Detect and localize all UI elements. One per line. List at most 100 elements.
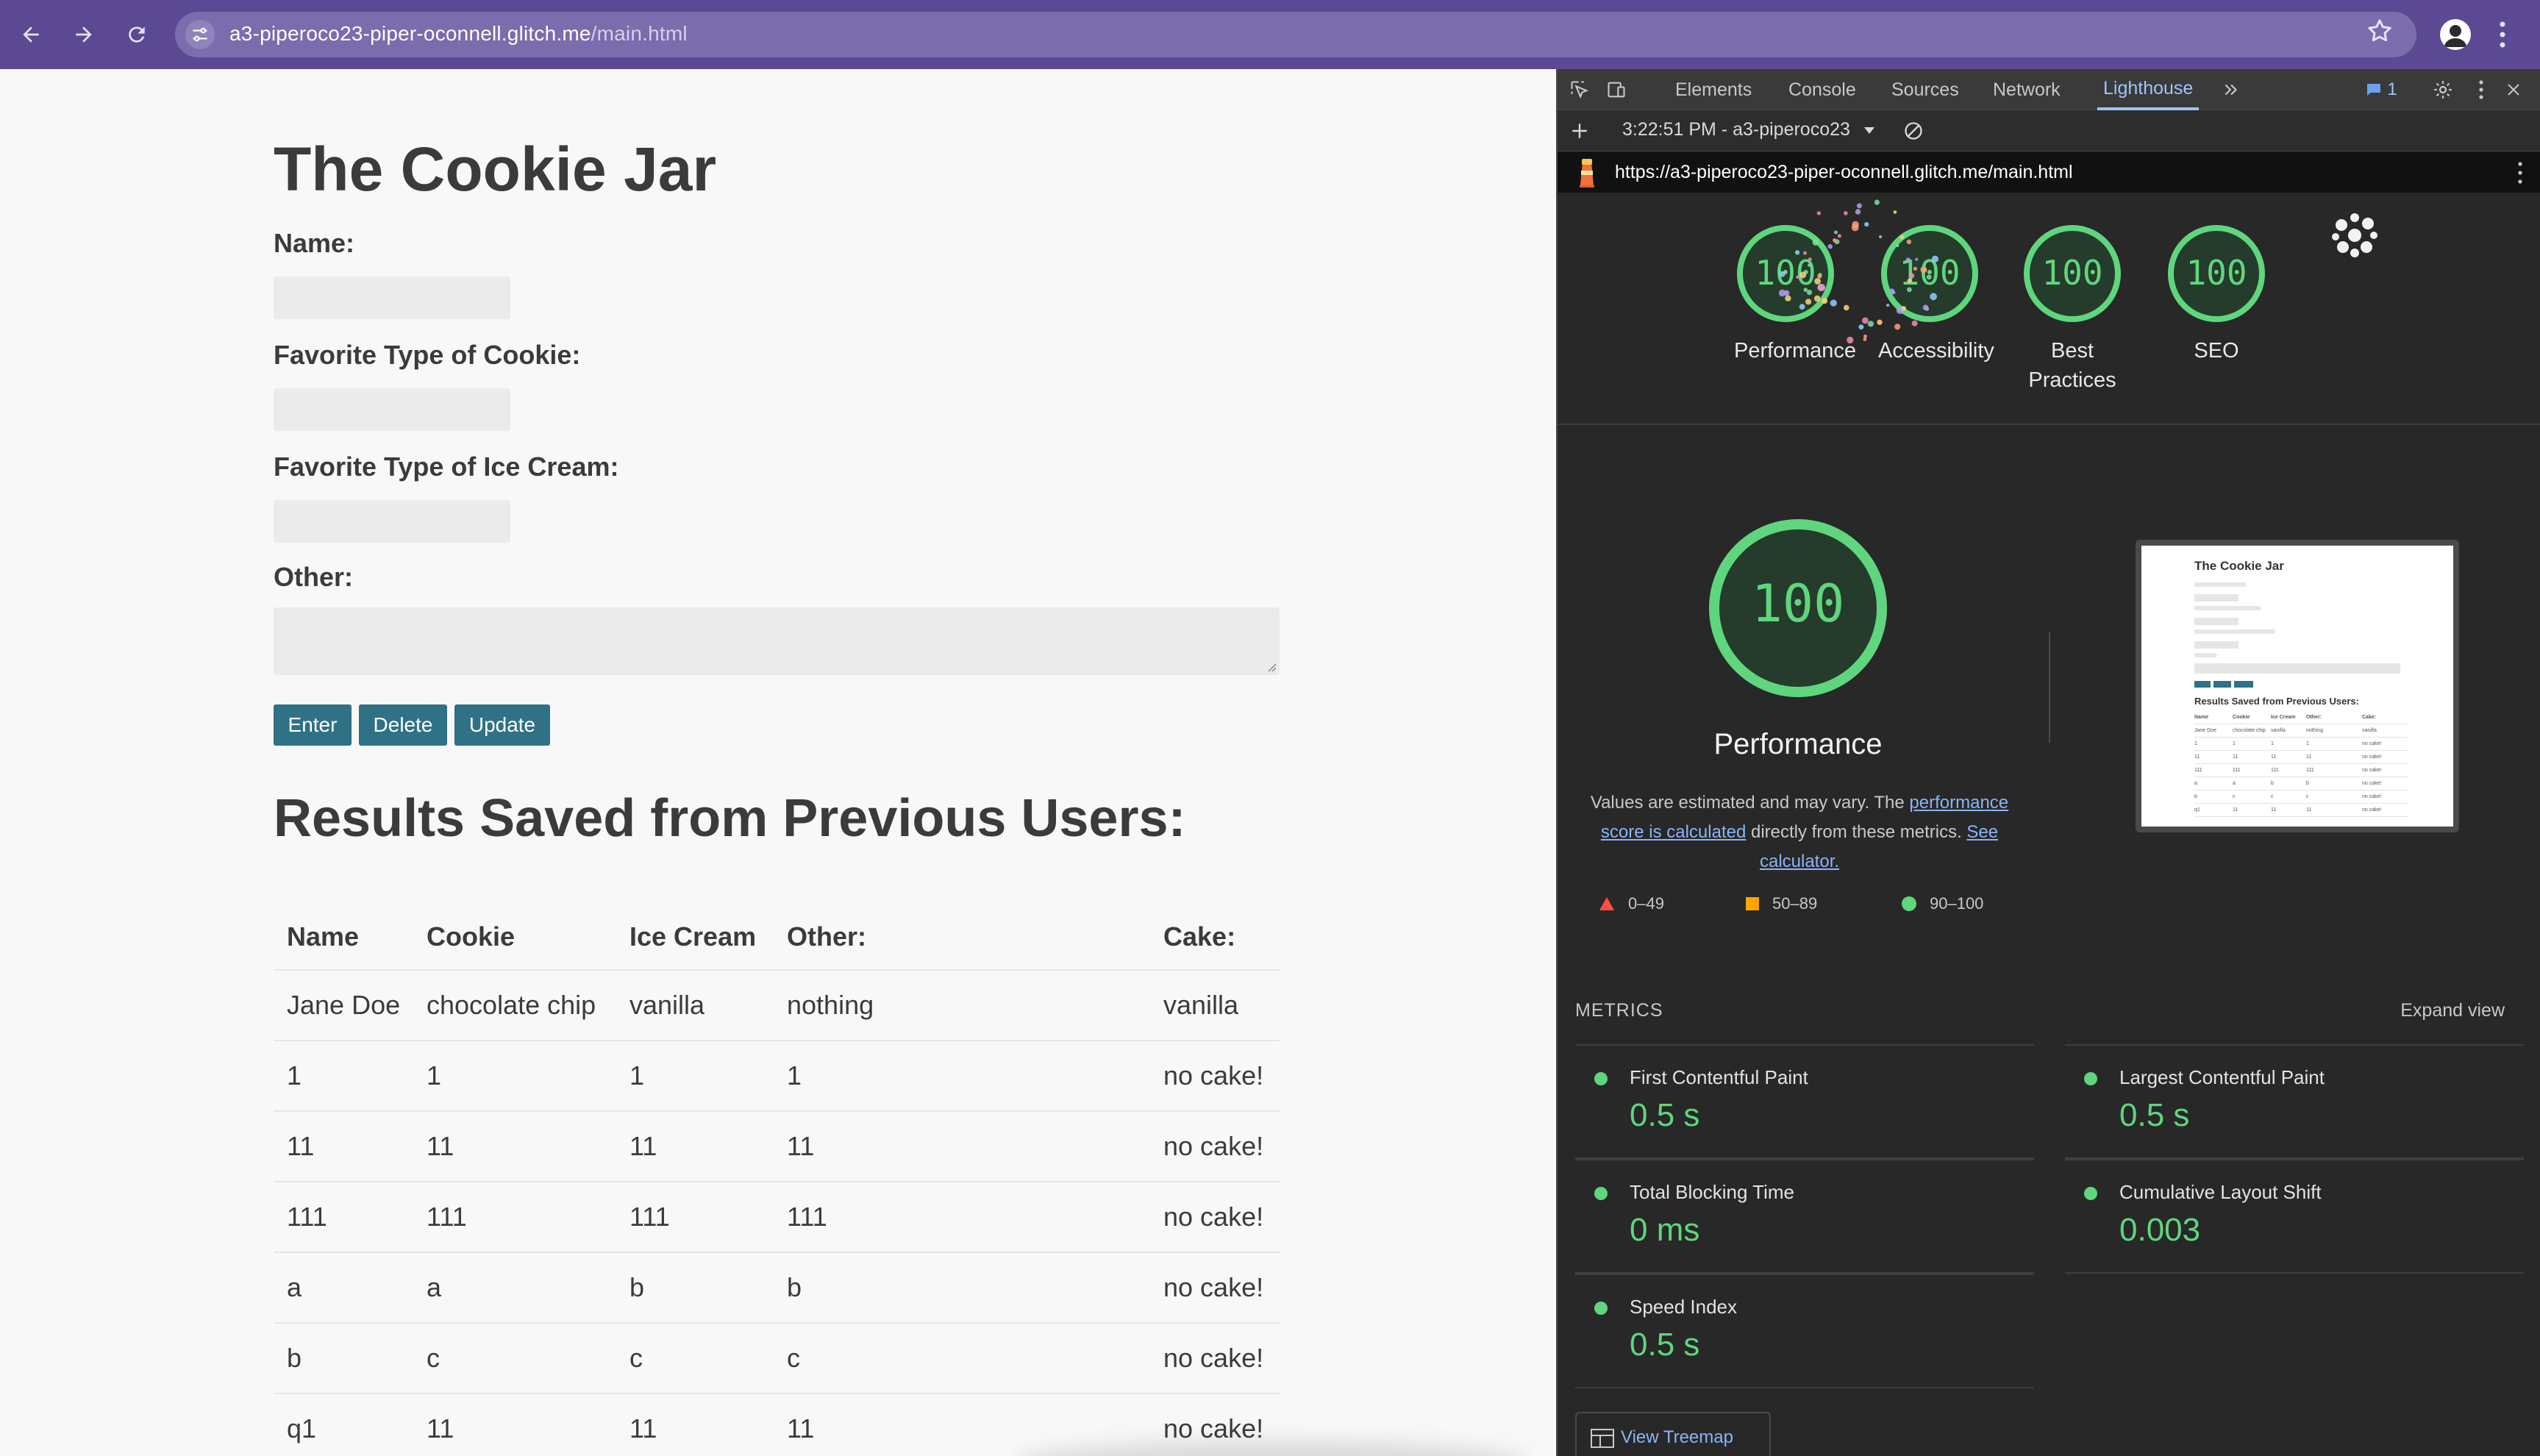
thumb-cell: 11 — [2194, 754, 2200, 760]
table-cell: vanilla — [1163, 990, 1239, 1020]
back-button[interactable] — [15, 18, 47, 51]
icecream-label: Favorite Type of Ice Cream: — [274, 452, 619, 482]
icecream-input[interactable] — [274, 500, 510, 543]
expand-view-link[interactable]: Expand view — [2400, 1000, 2505, 1021]
settings-gear-icon[interactable] — [2431, 78, 2455, 101]
thumb-cell: 111 — [2306, 768, 2314, 773]
page-title: The Cookie Jar — [274, 135, 717, 204]
bookmark-star-icon[interactable] — [2365, 16, 2394, 49]
clear-reports-icon[interactable] — [1902, 119, 1925, 143]
legend-average-label: 50–89 — [1772, 894, 1818, 913]
tab-sources[interactable]: Sources — [1891, 69, 1959, 110]
confetti-decoration — [1778, 199, 1939, 344]
thumb-cell: Cookie — [2233, 715, 2250, 720]
enter-button[interactable]: Enter — [274, 704, 352, 746]
thumb-cell: 1 — [2233, 741, 2236, 746]
arrow-right-icon — [76, 26, 92, 43]
resize-grip-icon[interactable] — [1265, 660, 1277, 672]
report-menu-icon[interactable] — [2516, 160, 2524, 185]
message-icon — [2367, 84, 2381, 96]
view-treemap-label: View Treemap — [1621, 1427, 1733, 1447]
url-host: a3-piperoco23-piper-oconnell.glitch.me — [229, 22, 591, 45]
device-toolbar-icon[interactable] — [1605, 78, 1628, 101]
tab-network[interactable]: Network — [1993, 69, 2061, 110]
close-devtools-icon[interactable] — [2502, 78, 2525, 101]
table-cell: 11 — [787, 1413, 815, 1443]
table-cell: Jane Doe — [287, 990, 401, 1020]
lighthouse-toolbar: 3:22:51 PM - a3-piperoco23 — [1558, 110, 2540, 151]
table-header-cell: Cookie — [427, 921, 516, 952]
thumb-cell: vanilla — [2362, 728, 2377, 733]
address-bar[interactable]: a3-piperoco23-piper-oconnell.glitch.me/m… — [175, 12, 2416, 57]
thumb-cell: 111 — [2271, 768, 2279, 773]
thumb-cell: chocolate chip — [2233, 728, 2266, 733]
table-cell: 1 — [787, 1060, 802, 1091]
devtools-menu-icon[interactable] — [2469, 78, 2493, 101]
name-input[interactable] — [274, 276, 510, 319]
legend-fail: 0–49 — [1599, 894, 1664, 913]
triangle-icon — [1599, 897, 1614, 910]
web-page: The Cookie Jar Name: Favorite Type of Co… — [0, 69, 1556, 1456]
inspect-element-icon[interactable] — [1568, 78, 1591, 101]
section-divider — [1558, 424, 2540, 425]
browser-menu-icon[interactable] — [2497, 18, 2508, 55]
thumb-cell: a — [2233, 781, 2236, 786]
forward-button[interactable] — [68, 18, 100, 51]
devtools-panel: Elements Console Sources Network Lightho… — [1556, 69, 2540, 1456]
gauge-best-practices[interactable]: 100 Best Practices — [2021, 222, 2124, 395]
table-header-row: Name Cookie Ice Cream Other: Cake: — [274, 904, 1280, 971]
table-row: a a b b no cake! — [274, 1253, 1280, 1324]
profile-avatar-icon[interactable] — [2440, 19, 2471, 50]
thumb-cell: c — [2306, 794, 2309, 799]
pass-dot-icon — [2084, 1072, 2097, 1085]
reload-button[interactable] — [121, 18, 153, 51]
site-info-icon[interactable] — [185, 20, 215, 49]
legend-pass-label: 90–100 — [1930, 894, 1984, 913]
note-prefix: Values are estimated and may vary. The — [1590, 793, 1910, 813]
report-select[interactable]: 3:22:51 PM - a3-piperoco23 — [1622, 119, 1876, 140]
thumb-cell: no cake! — [2362, 754, 2382, 760]
thumb-cell: 11 — [2271, 754, 2277, 760]
tab-lighthouse[interactable]: Lighthouse — [2097, 69, 2200, 110]
metric-largest-contentful-paint: Largest Contentful Paint 0.5 s — [2065, 1044, 2524, 1159]
issues-count: 1 — [2387, 79, 2397, 99]
thumb-cell: b — [2194, 794, 2197, 799]
thumb-cell: q1 — [2194, 807, 2200, 813]
url-text: a3-piperoco23-piper-oconnell.glitch.me/m… — [229, 22, 688, 46]
main-score-label: Performance — [1713, 728, 1883, 760]
table-cell: 11 — [427, 1413, 454, 1443]
table-cell: 11 — [629, 1131, 657, 1161]
table-cell: nothing — [787, 990, 874, 1020]
update-button[interactable]: Update — [454, 704, 550, 746]
issues-button[interactable]: 1 — [2359, 78, 2403, 101]
thumb-cell: no cake! — [2362, 781, 2382, 786]
metric-value: 0.5 s — [1630, 1327, 1700, 1363]
thumb-cell: a — [2194, 781, 2197, 786]
thumb-cell: Cake: — [2362, 715, 2377, 720]
more-tabs-icon[interactable] — [2219, 78, 2243, 101]
delete-button[interactable]: Delete — [359, 704, 447, 746]
thumb-cell: c — [2271, 794, 2274, 799]
metric-total-blocking-time: Total Blocking Time 0 ms — [1575, 1159, 2034, 1274]
legend-average: 50–89 — [1746, 894, 1817, 913]
thumb-cell: nothing — [2306, 728, 2323, 733]
performance-main-gauge: 100 — [1709, 519, 1887, 697]
legend-pass: 90–100 — [1902, 894, 1983, 913]
tab-console[interactable]: Console — [1788, 69, 1856, 110]
tab-elements[interactable]: Elements — [1675, 69, 1752, 110]
gauge-score: 100 — [2186, 253, 2247, 293]
view-treemap-button[interactable]: View Treemap — [1575, 1412, 1771, 1456]
other-textarea[interactable] — [274, 607, 1280, 675]
metrics-title: METRICS — [1575, 1000, 1663, 1021]
performance-note: Values are estimated and may vary. The p… — [1583, 788, 2016, 877]
metric-label: First Contentful Paint — [1630, 1066, 1808, 1088]
gauge-seo[interactable]: 100 SEO — [2165, 222, 2268, 365]
gauge-label: Best Practices — [2028, 339, 2116, 392]
cookie-input[interactable] — [274, 388, 510, 431]
table-cell: no cake! — [1163, 1272, 1264, 1302]
final-screenshot-thumbnail[interactable]: The Cookie Jar Results Saved from Previo… — [2136, 540, 2459, 832]
thumb-cell: vanilla — [2271, 728, 2286, 733]
table-header-cell: Ice Cream — [629, 921, 757, 952]
gauge-score: 100 — [2041, 253, 2102, 293]
new-report-plus-icon[interactable] — [1568, 119, 1591, 143]
